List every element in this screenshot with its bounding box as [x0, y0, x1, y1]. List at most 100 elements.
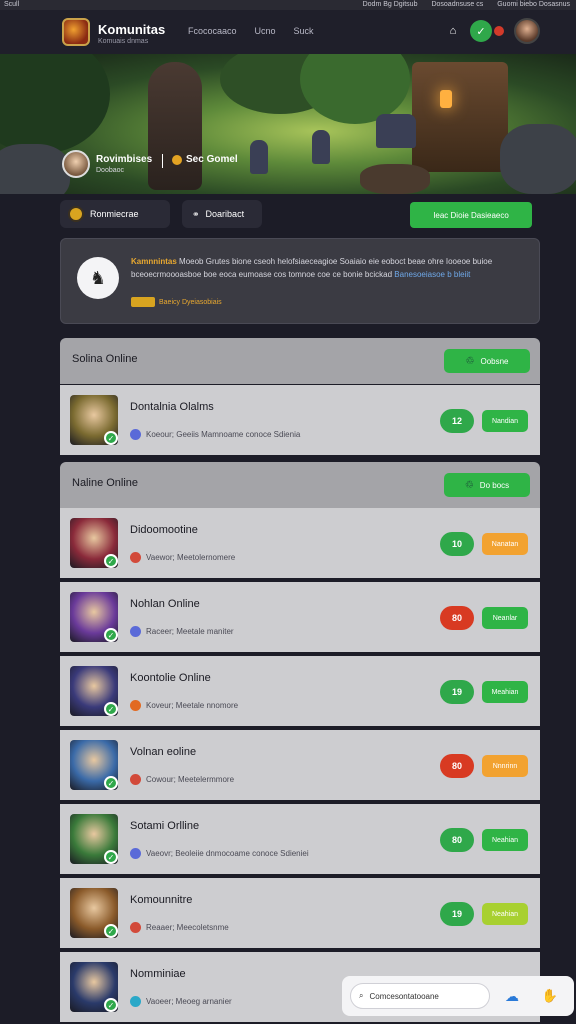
chat-placeholder: Comcesontatooane: [369, 991, 439, 1001]
community-name: Nohlan Online: [130, 598, 200, 610]
member-count-badge: 80: [440, 606, 474, 630]
join-button[interactable]: Neahian: [482, 903, 528, 925]
notice-highlight: Kamnnintas: [131, 257, 177, 266]
secondary-label: Doaribact: [205, 209, 245, 219]
join-button[interactable]: Nanatan: [482, 533, 528, 555]
hero-avatar: [62, 150, 90, 178]
rock-shape: [0, 144, 70, 194]
community-name: Komounnitre: [130, 894, 193, 906]
app-logo[interactable]: [62, 18, 90, 46]
nav-link[interactable]: Ucno: [255, 26, 276, 36]
search-icon: ⌕: [359, 991, 364, 1000]
community-subtitle-text: Koeour; Geeiis Mamnoame conoce Sdienia: [146, 430, 301, 439]
community-subtitle: Koeour; Geeiis Mamnoame conoce Sdienia: [130, 429, 300, 440]
community-subtitle-text: Raceer; Meetale maniter: [146, 627, 234, 636]
user-avatar[interactable]: [514, 18, 540, 44]
brand-title: Komunitas: [98, 22, 166, 37]
gamepad-icon[interactable]: ✋: [540, 986, 560, 1006]
hero-subtitle: Doobaoc: [96, 167, 125, 174]
community-name: Volnan eoline: [130, 746, 197, 758]
list-item[interactable]: ✓ Dontalnia Olalms Koeour; Geeiis Mamnoa…: [60, 385, 540, 457]
verified-check-icon: ✓: [104, 628, 118, 642]
join-button[interactable]: Meahian: [482, 681, 528, 703]
community-name: Dontalnia Olalms: [130, 401, 214, 413]
member-count-badge: 19: [440, 902, 474, 926]
tree-shape: [0, 54, 110, 154]
nav-link[interactable]: Suck: [294, 26, 314, 36]
community-subtitle: Cowour; Meetelermmore: [130, 774, 234, 785]
community-name: Koontolie Online: [130, 672, 211, 684]
list-item[interactable]: ✓ Koontolie Online Koveur; Meetale nnomo…: [60, 656, 540, 728]
hero-banner: Rovimbises Doobaoc Sec Gomel: [0, 54, 576, 194]
os-bar-item: Guomi biebo Dosasnus: [497, 1, 570, 8]
nav-link[interactable]: Fcococaaco: [188, 26, 237, 36]
community-subtitle: Vaewor; Meetolernomere: [130, 552, 235, 563]
link-icon: ⚭: [192, 208, 200, 219]
primary-action-button[interactable]: Ieac Dioie Dasieaeco: [410, 202, 532, 228]
section-button-label: Do bocs: [479, 480, 510, 490]
list-item[interactable]: ✓ Didoomootine Vaewor; Meetolernomere 10…: [60, 508, 540, 580]
hero-character: [148, 62, 202, 190]
notification-dot-icon: [494, 26, 504, 36]
os-bar-item: Dodm Bg Dgitsub: [362, 1, 418, 8]
top-navigation: Komunitas Komuais dnmas Fcococaaco Ucno …: [0, 10, 576, 54]
hero-profile[interactable]: Rovimbises Doobaoc: [62, 150, 152, 178]
list-item[interactable]: ✓ Sotami Orlline Vaeovr; Beoleiie dnmoco…: [60, 804, 540, 876]
hero-badge-label: Sec Gomel: [186, 154, 238, 165]
status-icon: [130, 700, 141, 711]
hero-badge: Sec Gomel: [172, 154, 238, 165]
community-subtitle-text: Vaewor; Meetolernomere: [146, 553, 236, 562]
community-subtitle-text: Cowour; Meetelermmore: [146, 775, 235, 784]
people-icon[interactable]: ☁: [502, 986, 522, 1006]
section-button[interactable]: ♲ Do bocs: [444, 473, 530, 497]
notice-tag[interactable]: Baeicy Dyeiasobiais: [131, 297, 222, 307]
member-count-badge: 19: [440, 680, 474, 704]
join-button[interactable]: Neahian: [482, 829, 528, 851]
secondary-button[interactable]: ⚭ Doaribact: [182, 200, 262, 228]
chat-input[interactable]: ⌕ Comcesontatooane: [350, 983, 490, 1009]
notice-link[interactable]: Banesoeiasoe b bleiit: [394, 270, 470, 279]
group-icon: ♲: [465, 355, 475, 367]
os-bar-left: Scull: [4, 1, 20, 8]
join-button[interactable]: Nandian: [482, 410, 528, 432]
house-shape: [412, 62, 508, 172]
list-item[interactable]: ✓ Komounnitre Reaaer; Meecoletsnme 19 Ne…: [60, 878, 540, 950]
verified-check-icon: ✓: [104, 776, 118, 790]
community-subtitle-text: Vaeovr; Beoleiie dnmocoame conoce Sdieni…: [146, 849, 309, 858]
join-button[interactable]: Nnnrinn: [482, 755, 528, 777]
community-subtitle: Vaoeer; Meoeg arnanier: [130, 996, 232, 1007]
section-title: Naline Online: [72, 477, 139, 489]
status-icon: [130, 848, 141, 859]
notice-tag-label: Baeicy Dyeiasobiais: [159, 298, 222, 306]
brand-subtitle: Komuais dnmas: [98, 38, 149, 45]
community-subtitle-text: Vaoeer; Meoeg arnanier: [146, 997, 232, 1006]
join-button[interactable]: Neanlar: [482, 607, 528, 629]
group-icon: ♲: [464, 479, 474, 491]
list-item[interactable]: ✓ Volnan eoline Cowour; Meetelermmore 80…: [60, 730, 540, 802]
member-count-badge: 80: [440, 828, 474, 852]
os-status-bar: Scull Dodm Bg Dgitsub Dosoadnsuse cs Guo…: [0, 0, 576, 10]
verified-check-icon: ✓: [104, 554, 118, 568]
community-subtitle: Reaaer; Meecoletsnme: [130, 922, 229, 933]
verified-check-icon: ✓: [104, 924, 118, 938]
os-bar-right: Dodm Bg Dgitsub Dosoadnsuse cs Guomi bie…: [363, 1, 570, 8]
coins-label: Ronmiecrae: [90, 209, 139, 219]
enemy-figure: [250, 140, 268, 174]
status-icon: [130, 429, 141, 440]
action-bar: Ronmiecrae ⚭ Doaribact Ieac Dioie Dasiea…: [60, 200, 540, 230]
badge-dot-icon: [172, 154, 182, 165]
home-icon[interactable]: ⌂: [442, 20, 464, 42]
chat-icon[interactable]: ✓: [470, 20, 492, 42]
lamp-icon: [440, 90, 452, 108]
status-icon: [130, 922, 141, 933]
hero-name: Rovimbises: [96, 154, 153, 165]
community-subtitle-text: Koveur; Meetale nnomore: [146, 701, 239, 710]
verified-check-icon: ✓: [104, 702, 118, 716]
section-button[interactable]: ♲ Oobsne: [444, 349, 530, 373]
status-icon: [130, 552, 141, 563]
list-item[interactable]: ✓ Nohlan Online Raceer; Meetale maniter …: [60, 582, 540, 654]
member-count-badge: 80: [440, 754, 474, 778]
coins-button[interactable]: Ronmiecrae: [60, 200, 170, 228]
section-header: Solina Online ♲ Oobsne: [60, 338, 540, 384]
notice-card: ♞ Kamnnintas Moeob Grutes bione cseoh he…: [60, 238, 540, 324]
